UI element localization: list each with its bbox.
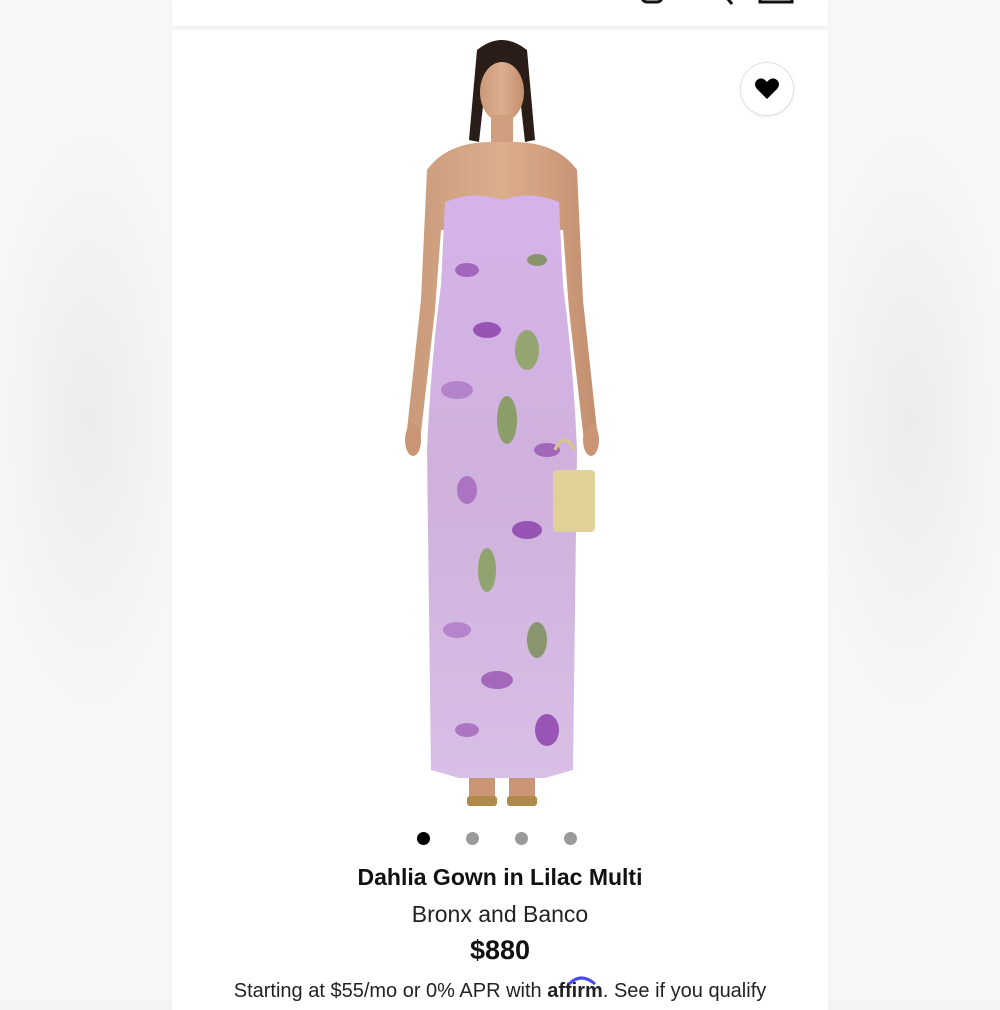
search-icon[interactable] [712, 0, 742, 6]
heart-icon [755, 78, 779, 99]
product-price: $880 [469, 935, 531, 965]
account-icon[interactable] [638, 0, 668, 6]
affirm-arc-icon [568, 976, 597, 986]
product-title: Dahlia Gown in Lilac Multi [357, 864, 643, 890]
bag-icon[interactable] [758, 0, 794, 6]
product-image[interactable] [387, 30, 617, 820]
product-card: Dahlia Gown in Lilac Multi Bronx and Ban… [172, 30, 828, 1010]
product-brand[interactable]: Bronx and Banco [172, 901, 828, 928]
financing-text: Starting at $55/mo or 0% APR with [233, 980, 542, 1002]
gallery-dot[interactable] [466, 832, 479, 845]
gallery-pagination [172, 832, 828, 846]
gallery-dot[interactable] [564, 832, 577, 845]
gallery-dot[interactable] [515, 832, 528, 845]
favorite-button[interactable] [740, 62, 794, 116]
gallery-dot[interactable] [417, 832, 430, 845]
top-nav-bar [172, 0, 828, 26]
qualify-link[interactable]: See if you qualify [614, 980, 766, 1002]
